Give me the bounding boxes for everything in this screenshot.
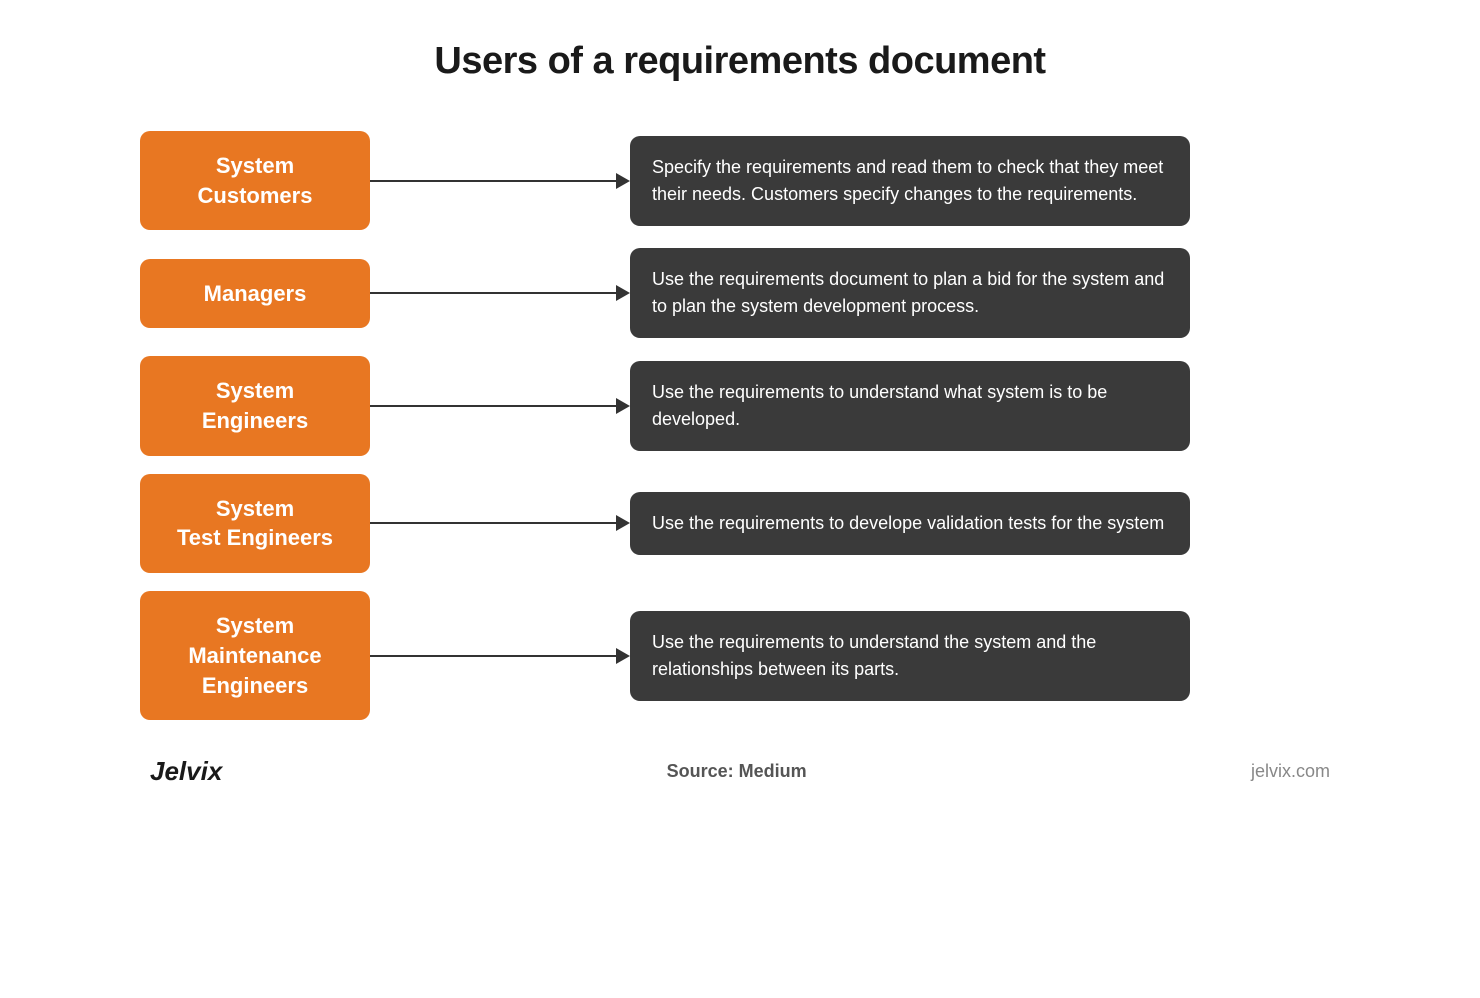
arrow-head-system-test-engineers <box>616 515 630 531</box>
arrow-line-system-maintenance-engineers <box>370 655 616 657</box>
diagram-row-system-engineers: System Engineers Use the requirements to … <box>140 356 1340 455</box>
description-managers: Use the requirements document to plan a … <box>630 248 1190 338</box>
arrow-line-system-test-engineers <box>370 522 616 524</box>
diagram-row-system-customers: System Customers Specify the requirements… <box>140 131 1340 230</box>
arrow-system-test-engineers <box>370 508 630 538</box>
description-system-engineers: Use the requirements to understand what … <box>630 361 1190 451</box>
description-system-maintenance-engineers: Use the requirements to understand the s… <box>630 611 1190 701</box>
arrow-head-system-maintenance-engineers <box>616 648 630 664</box>
footer-source: Source: Medium <box>667 761 807 782</box>
footer: Jelvix Source: Medium jelvix.com <box>140 756 1340 787</box>
category-label-system-customers: System Customers <box>140 131 370 230</box>
arrow-head-system-engineers <box>616 398 630 414</box>
description-system-customers: Specify the requirements and read them t… <box>630 136 1190 226</box>
footer-source-value: Medium <box>739 761 807 781</box>
description-system-test-engineers: Use the requirements to develope validat… <box>630 492 1190 555</box>
diagram-row-managers: Managers Use the requirements document to… <box>140 248 1340 338</box>
diagram-row-system-maintenance-engineers: System Maintenance Engineers Use the requ… <box>140 591 1340 720</box>
category-label-system-engineers: System Engineers <box>140 356 370 455</box>
arrow-system-engineers <box>370 391 630 421</box>
footer-source-label: Source: <box>667 761 734 781</box>
category-label-system-maintenance-engineers: System Maintenance Engineers <box>140 591 370 720</box>
arrow-head-system-customers <box>616 173 630 189</box>
page-title: Users of a requirements document <box>434 40 1045 83</box>
arrow-managers <box>370 278 630 308</box>
arrow-line-managers <box>370 292 616 294</box>
arrow-line-system-engineers <box>370 405 616 407</box>
arrow-system-customers <box>370 166 630 196</box>
arrow-system-maintenance-engineers <box>370 641 630 671</box>
diagram: System Customers Specify the requirements… <box>140 131 1340 720</box>
footer-url: jelvix.com <box>1251 761 1330 782</box>
category-label-managers: Managers <box>140 259 370 329</box>
category-label-system-test-engineers: System Test Engineers <box>140 474 370 573</box>
arrow-head-managers <box>616 285 630 301</box>
footer-brand: Jelvix <box>150 756 222 787</box>
arrow-line-system-customers <box>370 180 616 182</box>
diagram-row-system-test-engineers: System Test Engineers Use the requirement… <box>140 474 1340 573</box>
